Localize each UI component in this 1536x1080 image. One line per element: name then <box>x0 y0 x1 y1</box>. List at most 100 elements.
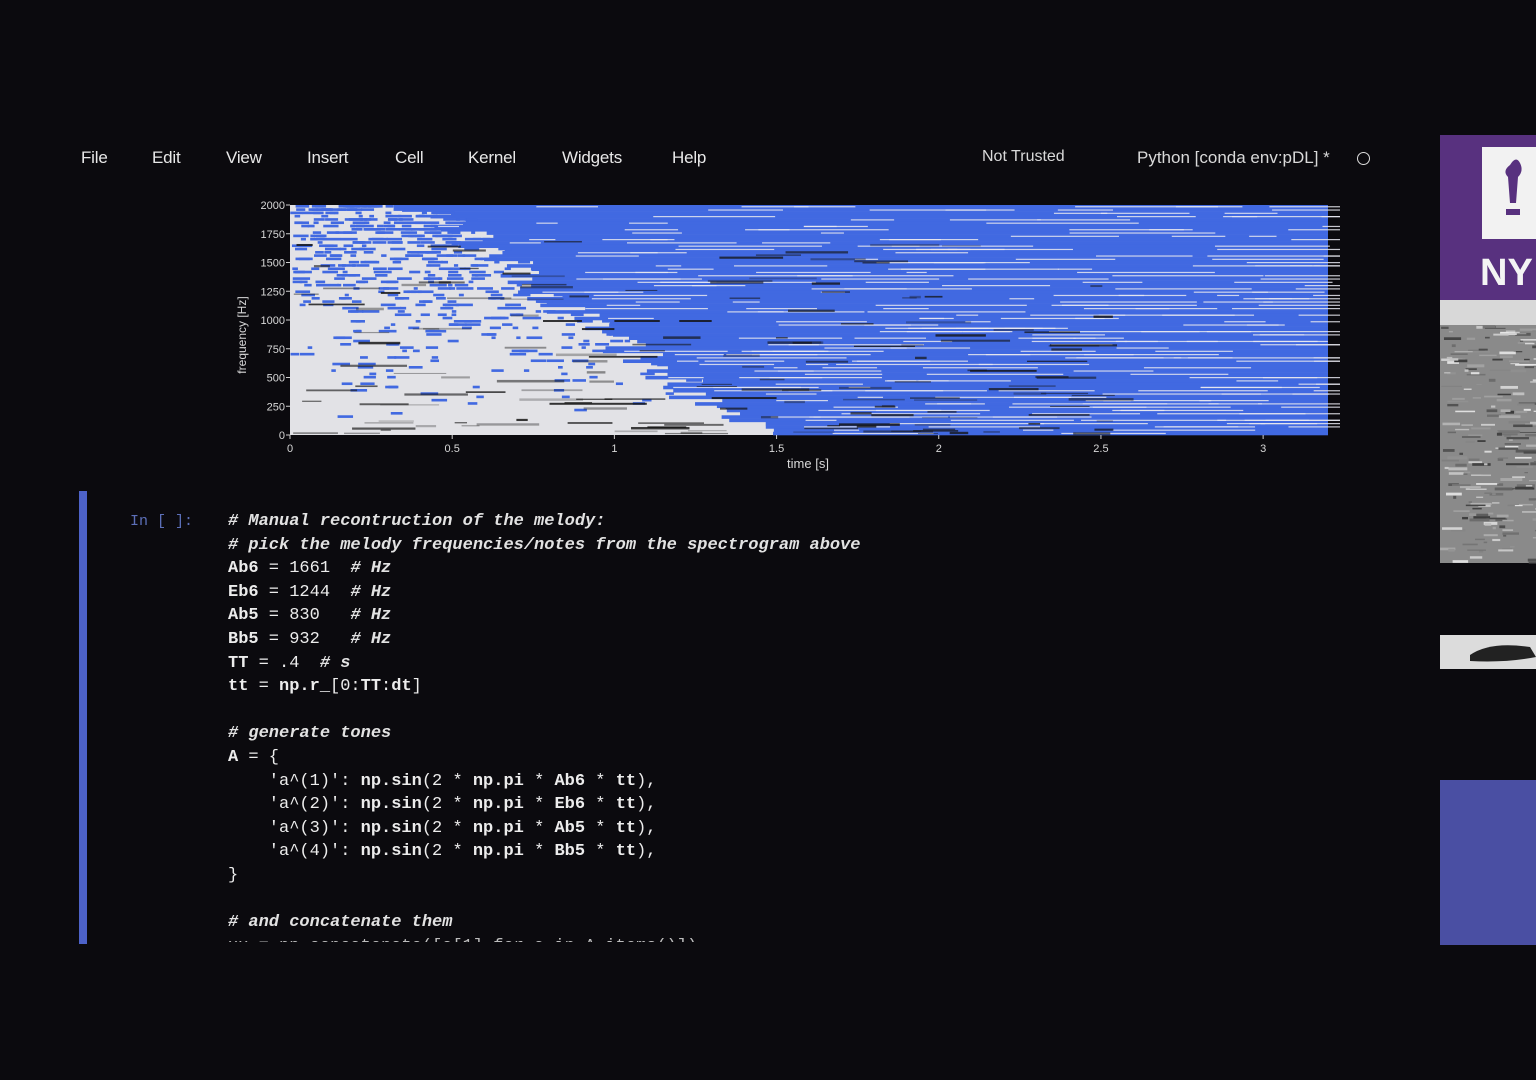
code-token: Eb6 <box>228 582 259 602</box>
energy-stroke <box>306 389 358 392</box>
streak <box>889 423 1045 425</box>
masked-fleck <box>565 323 576 326</box>
masked-fleck <box>451 231 461 234</box>
texture-stroke <box>1445 492 1462 496</box>
energy-stroke <box>949 431 969 435</box>
masked-fleck <box>361 277 377 280</box>
streak <box>1288 426 1381 428</box>
code-line[interactable]: 'a^(4)': np.sin(2 * np.pi * Bb5 * tt), <box>228 840 1408 864</box>
masked-fleck <box>522 316 537 320</box>
code-line[interactable]: # and concatenate them <box>228 911 1408 935</box>
code-line[interactable]: Bb5 = 932 # Hz <box>228 628 1408 652</box>
masked-fleck <box>570 313 584 317</box>
code-line[interactable]: # Manual recontruction of the melody: <box>228 510 1408 534</box>
energy-stroke <box>1090 285 1103 288</box>
texture-stroke <box>1447 456 1468 460</box>
texture-stroke <box>1504 443 1521 445</box>
texture-stroke <box>1532 345 1536 349</box>
trust-indicator[interactable]: Not Trusted <box>982 148 1065 166</box>
masked-fleck <box>494 260 500 264</box>
masked-band <box>702 379 1328 383</box>
masked-fleck <box>360 260 366 264</box>
code-line[interactable]: } <box>228 864 1408 888</box>
masked-fleck <box>339 247 347 251</box>
code-token: (2 * <box>421 795 473 815</box>
code-line[interactable]: 'a^(3)': np.sin(2 * np.pi * Ab5 * tt), <box>228 817 1408 841</box>
texture-stroke <box>1477 440 1486 442</box>
masked-fleck <box>340 343 352 346</box>
x-tick-label: 0.5 <box>445 443 460 455</box>
menu-help[interactable]: Help <box>672 148 706 168</box>
texture-stroke <box>1494 487 1513 491</box>
masked-fleck <box>317 241 323 244</box>
masked-fleck <box>360 356 368 359</box>
streak <box>509 242 541 244</box>
code-line[interactable]: A = { <box>228 746 1408 770</box>
spectrogram-chart: 2000 1750 1500 1250 1000 750 500 250 0 0 0.5 1 1.5 2… <box>235 200 1476 471</box>
menu-view[interactable]: View <box>226 148 262 168</box>
texture-stroke <box>1452 397 1465 400</box>
masked-fleck <box>348 274 361 277</box>
code-comment: # s <box>319 653 351 673</box>
code-line[interactable]: # pick the melody frequencies/notes from… <box>228 534 1408 558</box>
code-token: * <box>523 842 555 862</box>
code-line[interactable]: TT = .4 # s <box>228 652 1408 676</box>
masked-fleck <box>431 247 447 251</box>
masked-fleck <box>436 254 454 257</box>
code-line[interactable]: tt = np.r_[0:TT:dt] <box>228 675 1408 699</box>
kernel-name[interactable]: Python [conda env:pDL] * <box>1137 148 1330 168</box>
masked-fleck <box>578 343 590 346</box>
masked-fleck <box>408 234 416 238</box>
code-line[interactable]: 'a^(1)': np.sin(2 * np.pi * Ab6 * tt), <box>228 770 1408 794</box>
masked-fleck <box>329 211 336 215</box>
code-line[interactable]: Eb6 = 1244 # Hz <box>228 581 1408 605</box>
code-token: TT <box>360 677 382 697</box>
code-line[interactable]: xx = np.concatenate([a[1] for a in A.ite… <box>228 935 1408 942</box>
code-line[interactable]: 'a^(2)': np.sin(2 * np.pi * Eb6 * tt), <box>228 793 1408 817</box>
texture-stroke <box>1497 430 1519 432</box>
texture-stroke <box>1475 513 1489 517</box>
masked-fleck <box>426 214 438 218</box>
energy-stroke <box>967 369 987 372</box>
streak <box>803 225 837 228</box>
melody-line <box>711 397 777 400</box>
menu-edit[interactable]: Edit <box>152 148 181 168</box>
texture-stroke <box>1465 440 1475 443</box>
menu-file[interactable]: File <box>81 148 108 168</box>
streak <box>1116 216 1196 218</box>
streak <box>1138 390 1268 392</box>
masked-fleck <box>444 303 451 307</box>
masked-fleck <box>505 306 513 310</box>
menu-cell[interactable]: Cell <box>395 148 424 168</box>
streak <box>879 331 1011 333</box>
streak <box>1217 248 1352 251</box>
masked-fleck <box>351 300 362 303</box>
masked-fleck <box>431 398 448 402</box>
masked-fleck <box>335 231 353 234</box>
code-line[interactable] <box>228 888 1408 912</box>
texture-stroke <box>1455 463 1467 467</box>
texture-stroke <box>1512 476 1526 478</box>
texture-stroke <box>1510 369 1527 373</box>
masked-fleck <box>323 224 339 228</box>
code-token: (2 * <box>421 771 473 791</box>
energy-stroke <box>415 425 437 428</box>
menu-insert[interactable]: Insert <box>307 148 349 168</box>
code-line[interactable] <box>228 699 1408 723</box>
code-line[interactable]: # generate tones <box>228 722 1408 746</box>
masked-fleck <box>409 270 421 274</box>
masked-fleck <box>349 205 367 208</box>
texture-stroke <box>1455 428 1470 431</box>
menu-kernel[interactable]: Kernel <box>468 148 516 168</box>
streak <box>998 390 1095 392</box>
cell-selection-bar[interactable] <box>79 491 87 944</box>
code-editor[interactable]: # Manual recontruction of the melody: # p… <box>228 510 1408 942</box>
code-token: : <box>381 677 392 697</box>
streak <box>653 285 746 287</box>
energy-stroke <box>496 379 565 383</box>
code-line[interactable]: Ab5 = 830 # Hz <box>228 604 1408 628</box>
code-line[interactable]: Ab6 = 1661 # Hz <box>228 557 1408 581</box>
texture-stroke <box>1470 502 1492 505</box>
masked-fleck <box>456 287 474 290</box>
menu-widgets[interactable]: Widgets <box>562 148 622 168</box>
